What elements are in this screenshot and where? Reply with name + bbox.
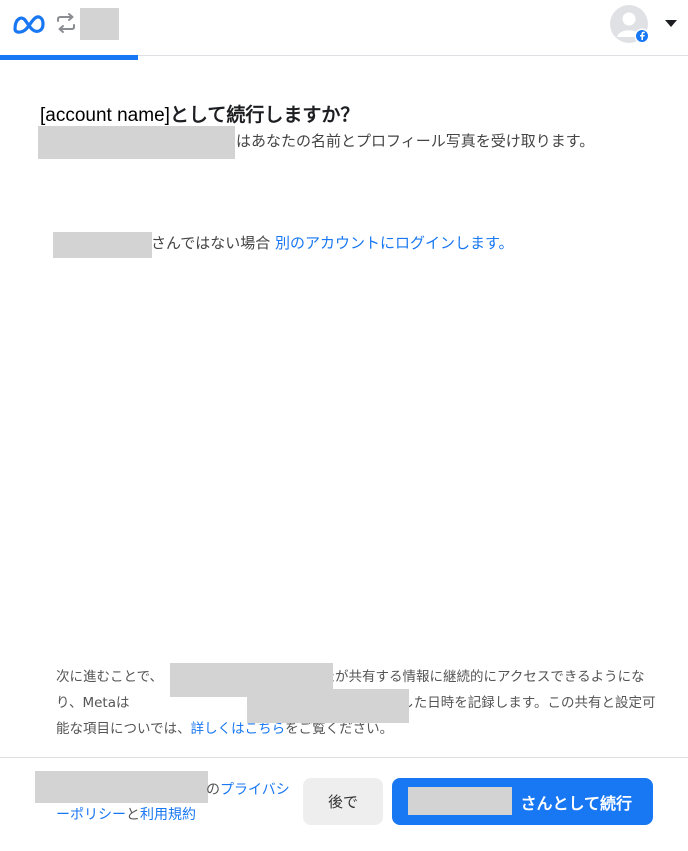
- not-you-line: さんではない場合 別のアカウントにログインします。: [53, 232, 514, 253]
- user-name-redacted: [408, 787, 512, 815]
- dialog-title: [account name]として続行しますか？: [40, 100, 359, 127]
- app-name-redacted: [247, 689, 409, 723]
- learn-more-link[interactable]: 詳しくはこちら: [191, 721, 286, 737]
- progress-bar: [0, 55, 138, 60]
- policy-links: のプライバシーポリシーと利用規約: [56, 778, 296, 828]
- app-name-redacted: [80, 8, 119, 40]
- description-text: はあなたの名前とプロフィール写真を受け取ります。: [236, 132, 595, 150]
- policy-and: と: [126, 807, 140, 823]
- account-name: [account name]: [40, 105, 170, 126]
- footer-divider: [0, 757, 688, 758]
- caret-down-icon[interactable]: [664, 19, 678, 28]
- permission-description: はあなたの名前とプロフィール写真を受け取ります。: [56, 128, 636, 155]
- meta-logo-icon[interactable]: [12, 13, 46, 35]
- avatar-icon: [610, 5, 650, 44]
- title-suffix: として続行しますか？: [169, 104, 360, 126]
- sync-arrows-icon: [57, 13, 75, 33]
- consent-part4: をご覧ください。: [285, 721, 394, 737]
- policy-prefix: の: [206, 782, 220, 798]
- top-bar: [0, 0, 688, 56]
- continue-label: さんとして続行: [520, 793, 632, 813]
- account-avatar[interactable]: [609, 4, 651, 46]
- terms-link[interactable]: 利用規約: [140, 807, 196, 823]
- consent-part1: 次に進むことで、: [56, 669, 164, 685]
- later-button[interactable]: 後で: [303, 778, 383, 825]
- switch-account-link[interactable]: 別のアカウントにログインします。: [275, 234, 514, 252]
- not-you-text: さんではない場合: [151, 234, 271, 252]
